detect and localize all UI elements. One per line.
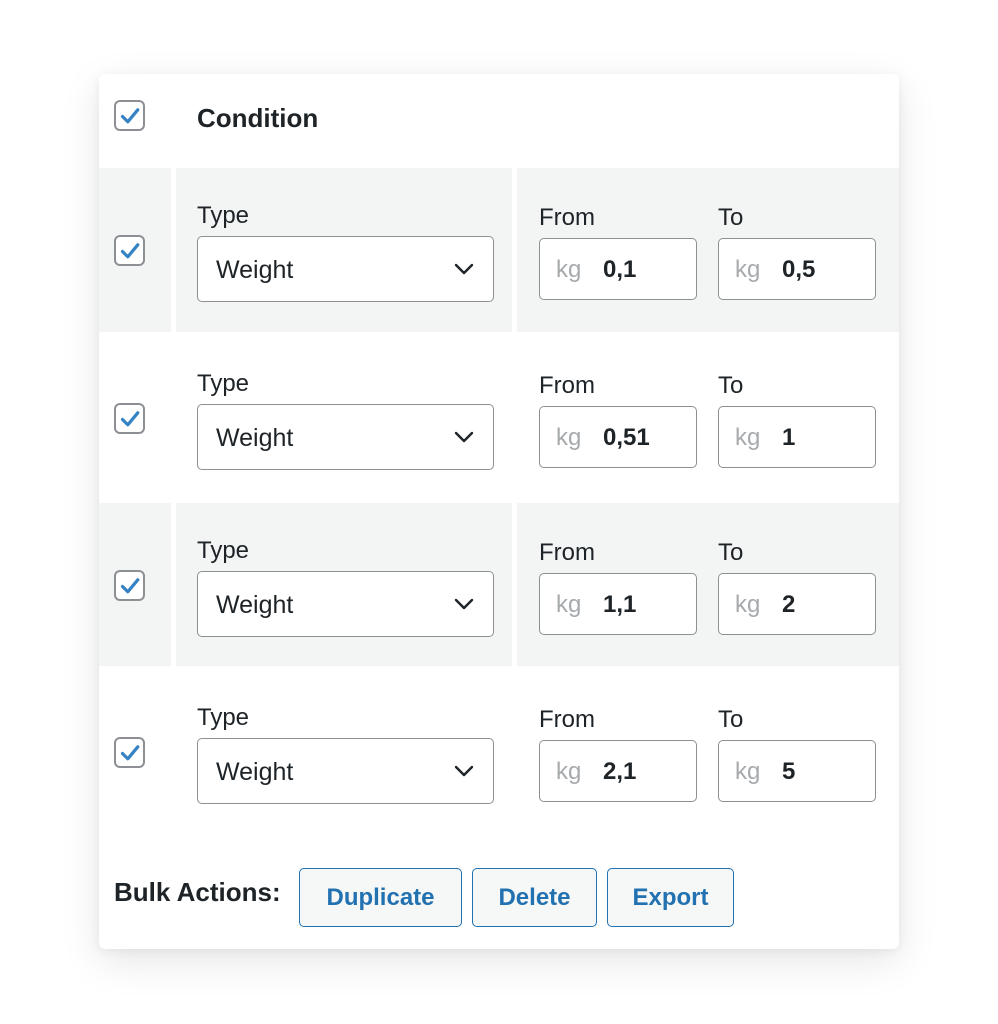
duplicate-button[interactable]: Duplicate <box>299 868 462 927</box>
condition-row: Type Weight From To kg 0,1 kg 0,5 <box>99 168 899 332</box>
to-value: 2 <box>782 591 796 618</box>
type-select[interactable]: Weight <box>197 236 494 302</box>
from-value: 1,1 <box>603 591 637 618</box>
column-separator <box>512 168 517 332</box>
type-label: Type <box>197 202 250 229</box>
to-label: To <box>718 706 744 733</box>
from-value: 2,1 <box>603 758 637 785</box>
condition-row: Type Weight From To kg 2,1 kg 5 <box>99 670 899 836</box>
condition-row: Type Weight From To kg 1,1 kg 2 <box>99 503 899 666</box>
type-select[interactable]: Weight <box>197 738 494 804</box>
type-select-value: Weight <box>216 256 294 284</box>
unit-prefix: kg <box>556 256 582 283</box>
column-separator <box>171 503 176 666</box>
to-value: 1 <box>782 424 796 451</box>
checkmark-icon <box>120 410 139 426</box>
conditions-header: Condition <box>99 74 899 168</box>
to-value: 5 <box>782 758 796 785</box>
row-checkbox[interactable] <box>114 570 145 601</box>
unit-prefix: kg <box>735 758 761 785</box>
to-input[interactable]: kg 2 <box>718 573 876 635</box>
to-label: To <box>718 204 744 231</box>
to-input[interactable]: kg 5 <box>718 740 876 802</box>
type-select-value: Weight <box>216 424 294 452</box>
type-select[interactable]: Weight <box>197 571 494 637</box>
from-label: From <box>539 372 595 399</box>
type-label: Type <box>197 537 250 564</box>
unit-prefix: kg <box>556 758 582 785</box>
unit-prefix: kg <box>556 591 582 618</box>
chevron-down-icon <box>454 263 474 275</box>
row-checkbox[interactable] <box>114 403 145 434</box>
checkmark-icon <box>120 577 139 593</box>
condition-row: Type Weight From To kg 0,51 kg 1 <box>99 336 899 502</box>
from-label: From <box>539 706 595 733</box>
type-label: Type <box>197 370 250 397</box>
from-input[interactable]: kg 0,51 <box>539 406 697 468</box>
from-label: From <box>539 539 595 566</box>
delete-button[interactable]: Delete <box>472 868 597 927</box>
chevron-down-icon <box>454 431 474 443</box>
unit-prefix: kg <box>556 424 582 451</box>
unit-prefix: kg <box>735 591 761 618</box>
checkmark-icon <box>120 107 139 123</box>
from-input[interactable]: kg 2,1 <box>539 740 697 802</box>
unit-prefix: kg <box>735 256 761 283</box>
from-label: From <box>539 204 595 231</box>
to-value: 0,5 <box>782 256 816 283</box>
from-value: 0,51 <box>603 424 650 451</box>
to-label: To <box>718 372 744 399</box>
type-select[interactable]: Weight <box>197 404 494 470</box>
bulk-actions-label: Bulk Actions: <box>114 877 281 907</box>
checkmark-icon <box>120 744 139 760</box>
from-input[interactable]: kg 1,1 <box>539 573 697 635</box>
export-button[interactable]: Export <box>607 868 734 927</box>
type-select-value: Weight <box>216 591 294 619</box>
from-value: 0,1 <box>603 256 637 283</box>
column-separator <box>171 168 176 332</box>
row-checkbox[interactable] <box>114 235 145 266</box>
to-label: To <box>718 539 744 566</box>
type-select-value: Weight <box>216 758 294 786</box>
checkmark-icon <box>120 242 139 258</box>
select-all-checkbox[interactable] <box>114 100 145 131</box>
column-separator <box>512 503 517 666</box>
chevron-down-icon <box>454 598 474 610</box>
conditions-panel: Condition Type Weight From To kg 0,1 kg … <box>99 74 899 949</box>
to-input[interactable]: kg 1 <box>718 406 876 468</box>
unit-prefix: kg <box>735 424 761 451</box>
to-input[interactable]: kg 0,5 <box>718 238 876 300</box>
type-label: Type <box>197 704 250 731</box>
from-input[interactable]: kg 0,1 <box>539 238 697 300</box>
row-checkbox[interactable] <box>114 737 145 768</box>
condition-column-title: Condition <box>197 103 319 133</box>
chevron-down-icon <box>454 765 474 777</box>
